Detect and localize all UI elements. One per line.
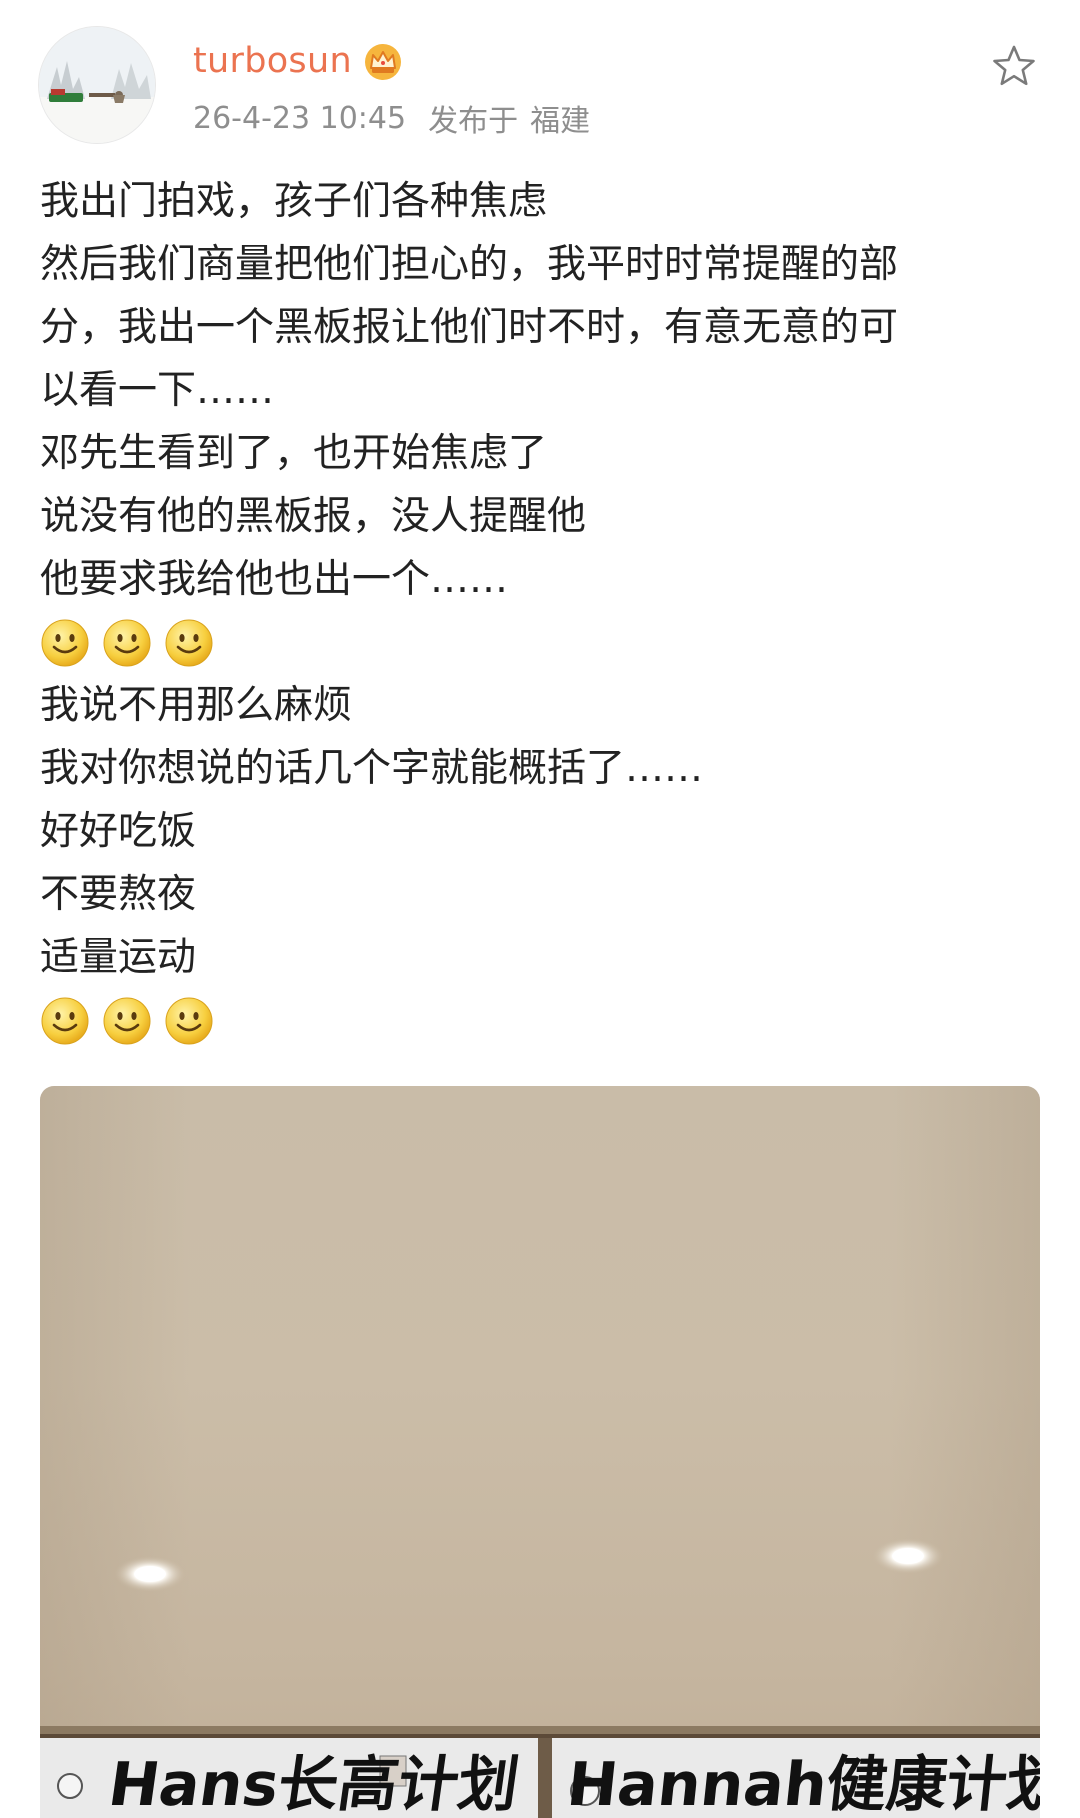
- post-line: 适量运动: [40, 935, 197, 980]
- post-photo[interactable]: Hans长高计划 Hannah健康计划: [40, 1086, 1040, 1818]
- crown-icon: [362, 41, 404, 81]
- post-line: 好好吃饭: [40, 809, 197, 854]
- avatar-image: [39, 27, 155, 143]
- smile-icon: [102, 618, 152, 668]
- post-line: 以看一下……: [40, 368, 275, 413]
- post-line: 我出门拍戏，孩子们各种焦虑: [40, 179, 548, 224]
- post-body: 我出门拍戏，孩子们各种焦虑 然后我们商量把他们担心的，我平时时常提醒的部 分，我…: [40, 170, 1040, 1052]
- star-icon[interactable]: [990, 42, 1038, 90]
- post-line: 然后我们商量把他们担心的，我平时时常提醒的部: [40, 242, 899, 287]
- post-line: 不要熬夜: [40, 872, 197, 917]
- smile-icon: [164, 618, 214, 668]
- emoji-row: [40, 611, 1040, 674]
- smile-icon: [164, 996, 214, 1046]
- post-line: 说没有他的黑板报，没人提醒他: [40, 494, 587, 539]
- smile-icon: [102, 996, 152, 1046]
- smile-icon: [40, 996, 90, 1046]
- board-left-text: Hans长高计划: [104, 1750, 524, 1818]
- ceiling-photo: [40, 1086, 1040, 1818]
- post-date: 26-4-23 10:45: [193, 100, 407, 136]
- username-row: turbosun: [193, 34, 404, 88]
- avatar[interactable]: [38, 26, 156, 144]
- smile-icon: [40, 618, 90, 668]
- post-line: 我对你想说的话几个字就能概括了……: [40, 746, 704, 791]
- posted-label: 发布于: [428, 104, 519, 139]
- post-line: 邓先生看到了，也开始焦虑了: [40, 431, 548, 476]
- board-right-text: Hannah健康计划: [563, 1750, 1040, 1818]
- post-line: 分，我出一个黑板报让他们时不时，有意无意的可: [40, 305, 899, 350]
- post-line: 他要求我给他也出一个……: [40, 557, 509, 602]
- post-line: 我说不用那么麻烦: [40, 683, 353, 728]
- post-header: turbosun 26-4-23 10:45 发布于 福建: [0, 0, 1080, 150]
- emoji-row: [40, 989, 1040, 1052]
- post-meta: 26-4-23 10:45 发布于 福建: [193, 96, 590, 140]
- post-location[interactable]: 福建: [530, 96, 590, 140]
- username[interactable]: turbosun: [193, 41, 352, 81]
